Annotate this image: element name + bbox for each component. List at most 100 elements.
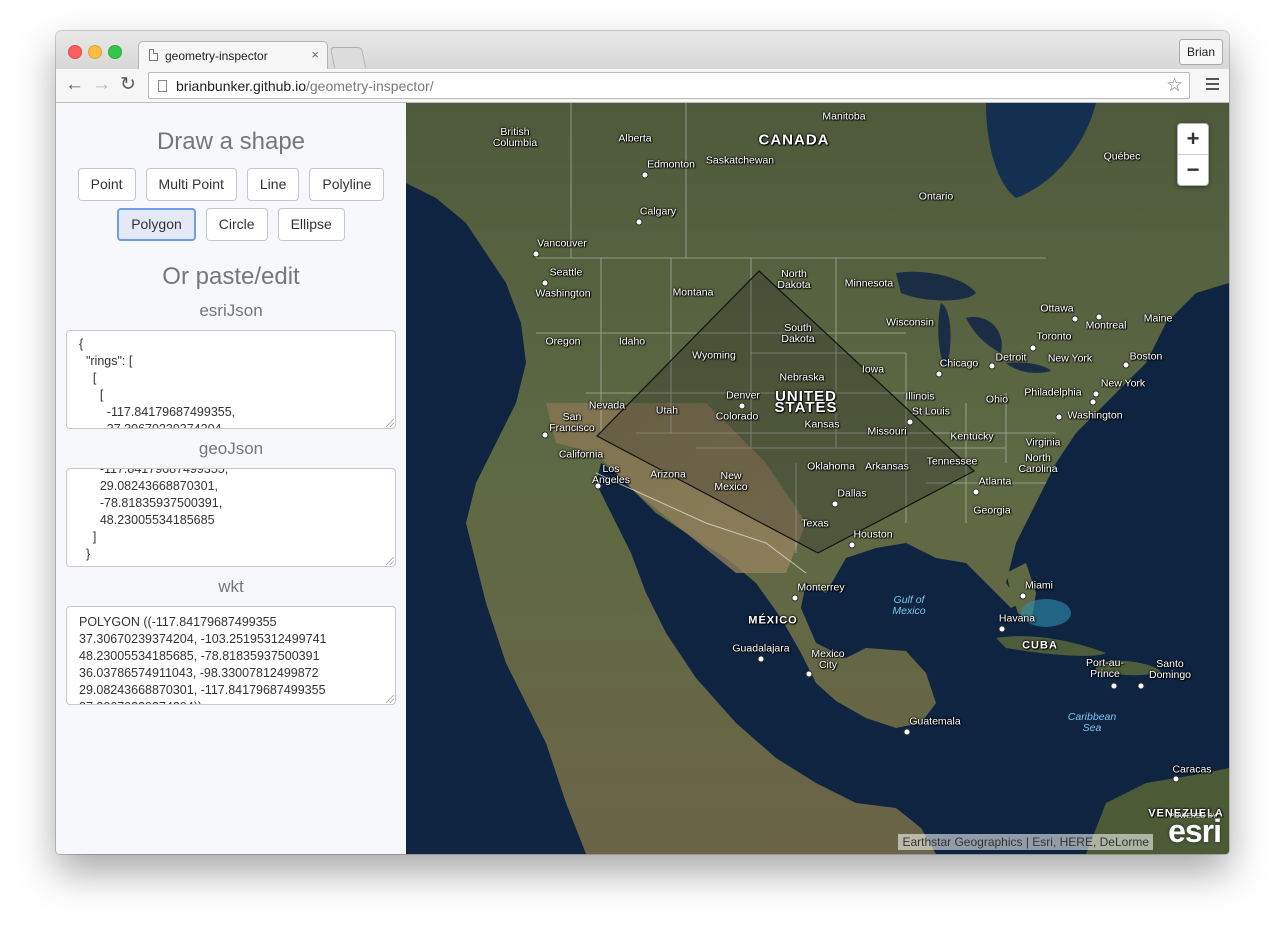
- label-british-columbia: British Columbia: [492, 126, 538, 149]
- label-alberta: Alberta: [618, 132, 652, 145]
- label-texas: Texas: [801, 517, 829, 530]
- city-dot: [532, 250, 540, 258]
- maximize-window-button[interactable]: [108, 45, 122, 59]
- profile-button[interactable]: Brian: [1178, 39, 1223, 65]
- bookmark-star-icon[interactable]: ☆: [1166, 74, 1183, 97]
- multi-point-button[interactable]: Multi Point: [145, 168, 237, 201]
- city-dot: [641, 171, 649, 179]
- zoom-in-button[interactable]: +: [1178, 124, 1208, 155]
- browser-menu-icon[interactable]: [1206, 78, 1219, 93]
- new-tab-button[interactable]: [329, 47, 367, 68]
- url-path: /geometry-inspector/: [306, 78, 434, 94]
- label-idaho: Idaho: [618, 335, 646, 348]
- tab-close-icon[interactable]: ×: [311, 47, 319, 62]
- page-icon: [149, 49, 158, 61]
- close-window-button[interactable]: [68, 45, 82, 59]
- map-view[interactable]: CANADA UNITED STATES MÉXICO CUBA VENEZUE…: [406, 103, 1229, 854]
- label-manitoba: Manitoba: [822, 110, 866, 123]
- label-oklahoma: Oklahoma: [807, 460, 855, 473]
- label-new-mexico: New Mexico: [714, 470, 748, 493]
- label-canada: CANADA: [758, 131, 830, 149]
- label-cuba: CUBA: [1022, 639, 1058, 652]
- label-illinois: Illinois: [905, 390, 935, 403]
- label-colorado: Colorado: [715, 410, 759, 423]
- city-dot: [805, 670, 813, 678]
- city-dot: [1110, 682, 1118, 690]
- polyline-button[interactable]: Polyline: [309, 168, 385, 201]
- resize-grip-icon[interactable]: [386, 557, 394, 565]
- label-monterrey: Monterrey: [797, 581, 845, 594]
- label-atlanta: Atlanta: [978, 475, 1012, 488]
- label-havana: Havana: [998, 612, 1036, 625]
- esri-logo[interactable]: esri: [1168, 813, 1222, 850]
- label-georgia: Georgia: [973, 504, 1011, 517]
- label-boston: Boston: [1129, 350, 1163, 363]
- url-text[interactable]: brianbunker.github.io/geometry-inspector…: [176, 78, 434, 94]
- label-montana: Montana: [672, 286, 714, 299]
- url-host: brianbunker.github.io: [176, 78, 306, 94]
- resize-grip-icon[interactable]: [386, 695, 394, 703]
- label-detroit: Detroit: [995, 351, 1027, 364]
- forward-arrow-icon[interactable]: →: [92, 74, 111, 96]
- reload-icon[interactable]: ↻: [120, 74, 136, 96]
- circle-button[interactable]: Circle: [205, 208, 268, 241]
- tab-geometry-inspector[interactable]: geometry-inspector ×: [138, 41, 328, 69]
- label-north-carolina: North Carolina: [1018, 452, 1058, 475]
- label-iowa: Iowa: [861, 363, 885, 376]
- zoom-out-button[interactable]: −: [1178, 155, 1208, 185]
- point-button[interactable]: Point: [77, 168, 136, 201]
- city-dot: [903, 728, 911, 736]
- city-dot: [935, 370, 943, 378]
- ellipse-button[interactable]: Ellipse: [277, 208, 345, 241]
- city-dot: [1095, 313, 1103, 321]
- city-dot: [1172, 775, 1180, 783]
- city-dot: [1071, 315, 1079, 323]
- label-caribbean-sea: Caribbean Sea: [1067, 711, 1117, 734]
- geo-json-text: -117.84179687499355, 29.08243668870301, …: [85, 468, 229, 561]
- address-bar[interactable]: brianbunker.github.io/geometry-inspector…: [148, 72, 1190, 99]
- city-dot: [1089, 398, 1097, 406]
- label-seattle: Seattle: [549, 266, 583, 279]
- label-houston: Houston: [853, 528, 893, 541]
- map-attribution: Earthstar Geographics | Esri, HERE, DeLo…: [898, 834, 1153, 850]
- geo-json-textarea[interactable]: -117.84179687499355, 29.08243668870301, …: [66, 468, 396, 567]
- city-dot: [757, 655, 765, 663]
- label-kentucky: Kentucky: [950, 430, 994, 443]
- label-edmonton: Edmonton: [647, 158, 695, 171]
- minimize-window-button[interactable]: [88, 45, 102, 59]
- city-dot: [635, 218, 643, 226]
- label-united-states: UNITED STATES: [774, 388, 838, 416]
- label-north-dakota: North Dakota: [777, 268, 811, 291]
- label-missouri: Missouri: [867, 425, 907, 438]
- line-button[interactable]: Line: [246, 168, 300, 201]
- city-dot: [1122, 361, 1130, 369]
- city-dot: [738, 402, 746, 410]
- draw-buttons-row-1: Point Multi Point Line Polyline: [56, 168, 406, 201]
- label-maine: Maine: [1143, 312, 1173, 325]
- city-dot: [1029, 344, 1037, 352]
- city-dot: [972, 488, 980, 496]
- satellite-basemap: [406, 103, 1229, 854]
- label-ottawa: Ottawa: [1040, 302, 1074, 315]
- city-dot: [848, 541, 856, 549]
- polygon-button[interactable]: Polygon: [117, 208, 196, 241]
- label-montreal: Montreal: [1085, 319, 1127, 332]
- sidebar: Draw a shape Point Multi Point Line Poly…: [56, 103, 406, 854]
- back-arrow-icon[interactable]: ←: [65, 74, 84, 96]
- city-dot: [1019, 592, 1027, 600]
- label-toronto: Toronto: [1036, 330, 1072, 343]
- label-santo-domingo: Santo Domingo: [1148, 658, 1192, 681]
- label-miami: Miami: [1025, 579, 1053, 592]
- city-dot: [594, 482, 602, 490]
- label-philadelphia: Philadelphia: [1024, 386, 1082, 399]
- wkt-textarea[interactable]: POLYGON ((-117.84179687499355 37.3067023…: [66, 606, 396, 705]
- label-guatemala: Guatemala: [909, 715, 961, 728]
- resize-grip-icon[interactable]: [386, 419, 394, 427]
- wkt-text: POLYGON ((-117.84179687499355 37.3067023…: [79, 615, 327, 704]
- label-wisconsin: Wisconsin: [886, 316, 934, 329]
- label-arkansas: Arkansas: [865, 460, 909, 473]
- label-utah: Utah: [655, 404, 679, 417]
- paste-heading: Or paste/edit: [162, 263, 300, 290]
- label-new-york: New York: [1100, 377, 1146, 390]
- esri-json-textarea[interactable]: { "rings": [ [ [ -117.84179687499355, 37…: [66, 330, 396, 429]
